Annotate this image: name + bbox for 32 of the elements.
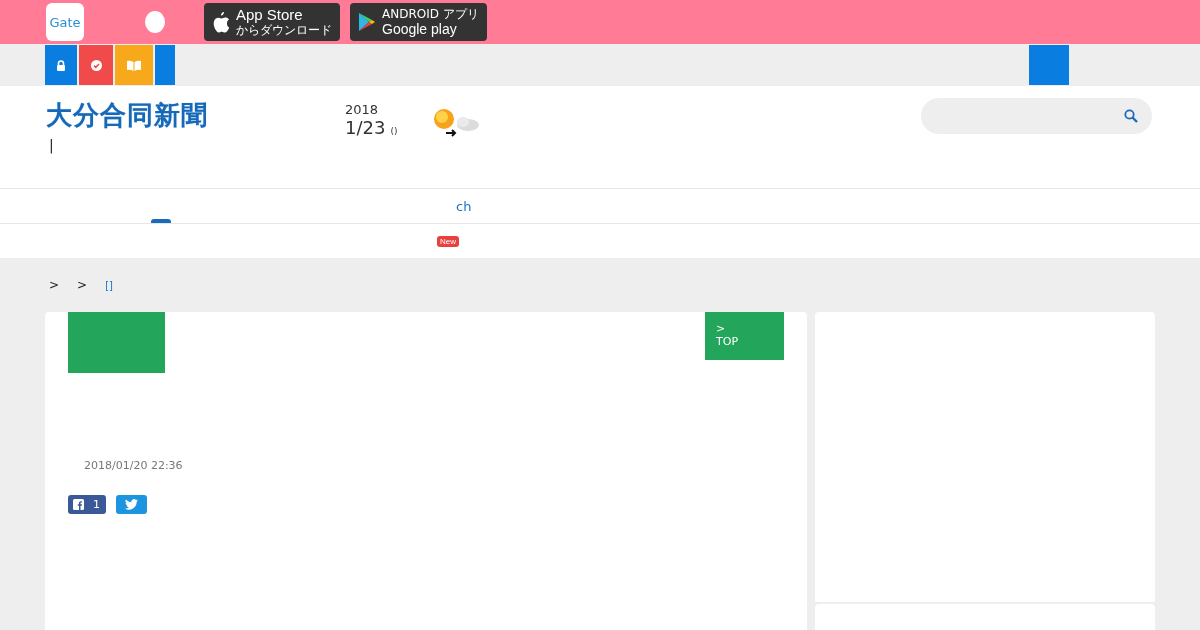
newspaper-logo[interactable]: 大分合同新聞 xyxy=(46,98,345,133)
dot-icon xyxy=(145,11,165,33)
date-day: 1/23 () xyxy=(345,117,432,138)
breadcrumb-separator: > xyxy=(77,278,88,292)
facebook-share-button[interactable]: 1 xyxy=(68,495,106,514)
menu-tile[interactable] xyxy=(115,45,153,85)
tagline: | xyxy=(49,137,55,153)
new-badge: New xyxy=(437,235,459,247)
twitter-share-button[interactable] xyxy=(116,495,147,514)
play-icon xyxy=(358,12,376,32)
menu-tile[interactable] xyxy=(1029,45,1069,85)
breadcrumb-link[interactable]: [] xyxy=(105,279,113,291)
search-field[interactable] xyxy=(921,98,1152,134)
lock-icon xyxy=(56,59,66,71)
menu-tile[interactable] xyxy=(155,45,175,85)
timestamp: 2018/01/20 22:36 xyxy=(84,459,184,472)
menu-tile[interactable] xyxy=(45,45,77,85)
check-circle-icon xyxy=(90,59,102,71)
book-icon xyxy=(126,59,142,71)
breadcrumb-separator: > xyxy=(49,278,60,292)
top-button[interactable]: > TOP xyxy=(705,312,784,360)
date-year: 2018 xyxy=(345,102,380,117)
store-badge[interactable]: App Store からダウンロード xyxy=(204,3,340,41)
search-icon[interactable] xyxy=(1124,109,1138,123)
facebook-icon xyxy=(73,499,84,510)
bird-icon xyxy=(124,499,138,510)
nav-link[interactable]: ch xyxy=(456,198,472,214)
app-icon[interactable]: Gate xyxy=(46,3,84,41)
apple-icon xyxy=(212,11,230,33)
tab-indicator xyxy=(151,219,171,223)
store-badge[interactable]: ANDROID アプリ Google play xyxy=(350,3,487,41)
menu-tile[interactable] xyxy=(79,45,113,85)
